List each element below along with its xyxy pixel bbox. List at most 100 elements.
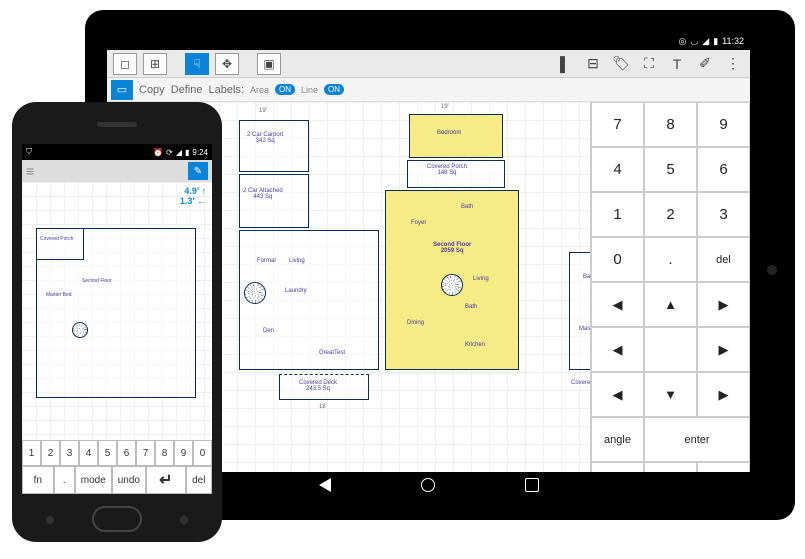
pkey-8[interactable]: 8: [155, 440, 174, 466]
key-decimal[interactable]: .: [644, 237, 697, 282]
dimension: 19': [441, 104, 449, 110]
key-4[interactable]: 4: [591, 147, 644, 192]
pkey-4[interactable]: 4: [79, 440, 98, 466]
room-label: Living: [473, 276, 489, 282]
pkey-9[interactable]: 9: [174, 440, 193, 466]
pkey-dot[interactable]: .: [54, 466, 75, 494]
pkey-7[interactable]: 7: [136, 440, 155, 466]
tool-pointer[interactable]: ☟: [185, 53, 209, 75]
line-label: Line: [301, 85, 318, 95]
room-label: 2 Car Attached443 Sq: [243, 188, 283, 200]
text-tool-icon[interactable]: T: [666, 54, 688, 74]
hamburger-icon[interactable]: ≡: [26, 163, 34, 179]
tool-crop[interactable]: ◻: [113, 53, 137, 75]
tool-target[interactable]: ✥: [215, 53, 239, 75]
arrow-w[interactable]: ◀: [591, 327, 644, 372]
room-bedroom[interactable]: [409, 114, 503, 158]
arrow-n[interactable]: ▲: [644, 282, 697, 327]
phone-canvas[interactable]: 4.9' ↑ 1.3' ← Covered Porch Second Floor…: [22, 182, 212, 440]
key-7[interactable]: 7: [591, 102, 644, 147]
pkey-mode[interactable]: mode: [75, 466, 112, 494]
page-icon[interactable]: ▌: [554, 54, 576, 74]
arrow-se[interactable]: ▶: [697, 372, 750, 417]
pkey-2[interactable]: 2: [41, 440, 60, 466]
calculator-icon[interactable]: ⊟: [582, 54, 604, 74]
key-redo[interactable]: redo: [697, 462, 750, 472]
pkey-undo[interactable]: undo: [112, 466, 146, 494]
arrow-center[interactable]: [644, 327, 697, 372]
keypad-history: fit undo redo: [591, 462, 750, 472]
mode-briefcase[interactable]: ▭: [111, 80, 133, 100]
arrow-s[interactable]: ▼: [644, 372, 697, 417]
area-label: Area: [250, 85, 269, 95]
copy-button[interactable]: Copy: [139, 84, 165, 96]
pkey-3[interactable]: 3: [60, 440, 79, 466]
room-label: Bedroom: [437, 130, 461, 136]
line-toggle[interactable]: ON: [324, 84, 344, 95]
pen-tool-icon[interactable]: ✐: [694, 54, 716, 74]
define-button[interactable]: Define: [171, 84, 203, 96]
tool-grid[interactable]: ⊞: [143, 53, 167, 75]
pkey-enter[interactable]: ↵: [146, 466, 186, 494]
pkey-fn[interactable]: fn: [22, 466, 54, 494]
room-label: Dining: [407, 320, 424, 326]
phone-button: [180, 516, 188, 524]
area-toggle[interactable]: ON: [275, 84, 295, 95]
shield-icon: ⛉: [26, 147, 32, 157]
stairs-icon: [441, 274, 463, 296]
room-label: Kitchen: [465, 342, 485, 348]
key-2[interactable]: 2: [644, 192, 697, 237]
nav-recent-icon[interactable]: [525, 478, 539, 492]
key-0[interactable]: 0: [591, 237, 644, 282]
arrow-e[interactable]: ▶: [697, 327, 750, 372]
room-label: Covered Porch148 Sq: [427, 164, 467, 176]
key-angle[interactable]: angle: [591, 417, 644, 462]
key-1[interactable]: 1: [591, 192, 644, 237]
tag-icon[interactable]: 🏷: [610, 54, 632, 74]
arrow-sw[interactable]: ◀: [591, 372, 644, 417]
pkey-6[interactable]: 6: [117, 440, 136, 466]
keypad-arrows: ◀ ▲ ▶ ◀ ▶ ◀ ▼ ▶: [591, 282, 750, 417]
edit-button[interactable]: ✎: [188, 162, 208, 180]
pkey-5[interactable]: 5: [98, 440, 117, 466]
room-attached[interactable]: [239, 174, 309, 228]
key-undo[interactable]: undo: [644, 462, 697, 472]
key-8[interactable]: 8: [644, 102, 697, 147]
room[interactable]: [36, 228, 84, 260]
numeric-keypad: 7 8 9 4 5 6 1 2 3 0 . del ◀ ▲ ▶: [590, 102, 750, 472]
room-carport[interactable]: [239, 120, 309, 172]
phone-button: [46, 516, 54, 524]
app-toolbar-secondary: ▭ Copy Define Labels: Area ON Line ON: [107, 78, 750, 102]
key-del[interactable]: del: [697, 237, 750, 282]
stamp-icon[interactable]: ⛶: [638, 54, 660, 74]
room-right-wing[interactable]: [569, 252, 590, 370]
arrow-nw[interactable]: ◀: [591, 282, 644, 327]
pkey-1[interactable]: 1: [22, 440, 41, 466]
keypad-angle-enter: angle enter: [591, 417, 750, 462]
phone-home-button[interactable]: [92, 506, 142, 532]
room-label: 2 Car Carport342 Sq: [247, 132, 283, 144]
key-6[interactable]: 6: [697, 147, 750, 192]
nav-home-icon[interactable]: [421, 478, 435, 492]
app-toolbar-primary: ◻ ⊞ ☟ ✥ ▣ ▌ ⊟ 🏷 ⛶ T ✐ ⋮: [107, 50, 750, 78]
pkey-0[interactable]: 0: [193, 440, 212, 466]
nav-back-icon[interactable]: [319, 478, 331, 492]
key-9[interactable]: 9: [697, 102, 750, 147]
room-label: GreatTest: [319, 350, 345, 356]
pkey-del[interactable]: del: [186, 466, 212, 494]
room-label: Den: [263, 328, 274, 334]
room-label: Laundry: [285, 288, 307, 294]
key-fit[interactable]: fit: [591, 462, 644, 472]
keypad-digits: 7 8 9 4 5 6 1 2 3 0 . del: [591, 102, 750, 282]
phone-screen: ⛉ ⏰ ⟳ ◢ ▮ 9:24 ≡ ✎ 4.9' ↑ 1.3' ← Covered…: [22, 144, 212, 494]
key-5[interactable]: 5: [644, 147, 697, 192]
key-enter[interactable]: enter: [644, 417, 750, 462]
room-label: Master: [579, 326, 590, 332]
room-label: Foyer: [411, 220, 426, 226]
overflow-menu-icon[interactable]: ⋮: [722, 54, 744, 74]
wifi-icon: ◢: [176, 148, 182, 157]
battery-icon: ▮: [713, 36, 718, 47]
arrow-ne[interactable]: ▶: [697, 282, 750, 327]
key-3[interactable]: 3: [697, 192, 750, 237]
tool-bbox[interactable]: ▣: [257, 53, 281, 75]
